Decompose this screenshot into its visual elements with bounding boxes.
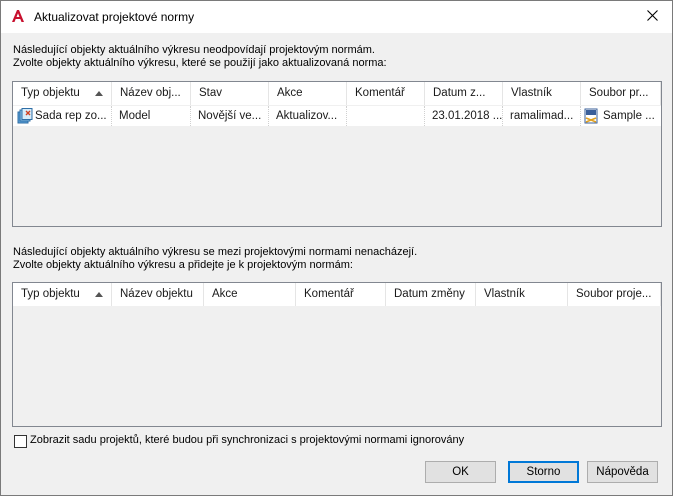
close-icon xyxy=(646,10,658,24)
cell-object-name: Model xyxy=(112,106,191,126)
column-header-object-type[interactable]: Typ objektu xyxy=(13,82,112,105)
column-header-standards-file[interactable]: Soubor proje... xyxy=(568,283,661,306)
layer-states-icon xyxy=(17,108,33,124)
missing-instructions: Následující objekty aktuálního výkresu s… xyxy=(13,246,417,272)
column-header-action[interactable]: Akce xyxy=(204,283,296,306)
autocad-logo-icon xyxy=(11,9,25,23)
column-header-object-name[interactable]: Název objektu xyxy=(112,283,204,306)
column-header-action[interactable]: Akce xyxy=(269,82,347,105)
cell-status: Novější ve... xyxy=(191,106,269,126)
cell-object-type: Sada rep zo... xyxy=(13,106,112,126)
column-header-standards-file[interactable]: Soubor pr... xyxy=(581,82,661,105)
ok-button[interactable]: OK xyxy=(425,461,496,483)
sort-ascending-icon xyxy=(95,292,103,297)
list-header: Typ objektu Název objektu Akce Komentář … xyxy=(13,283,661,306)
cell-owner: ramalimad... xyxy=(503,106,581,126)
column-header-status[interactable]: Stav xyxy=(191,82,269,105)
nonstandard-objects-list[interactable]: Typ objektu Název obj... Stav Akce Komen… xyxy=(12,81,662,227)
help-button[interactable]: Nápověda xyxy=(587,461,658,483)
table-row[interactable]: Sada rep zo... Model Novější ve... Aktua… xyxy=(13,106,661,126)
cancel-button[interactable]: Storno xyxy=(508,461,579,483)
cell-date-modified: 23.01.2018 ... xyxy=(425,106,503,126)
nonstandard-line2: Zvolte objekty aktuálního výkresu, které… xyxy=(13,57,387,69)
sort-ascending-icon xyxy=(95,91,103,96)
cell-standards-file: Sample ... xyxy=(581,106,661,126)
title-bar[interactable]: Aktualizovat projektové normy xyxy=(1,1,672,33)
missing-line2: Zvolte objekty aktuálního výkresu a přid… xyxy=(13,259,353,271)
column-header-date-modified[interactable]: Datum z... xyxy=(425,82,503,105)
column-header-owner[interactable]: Vlastník xyxy=(476,283,568,306)
ignore-checkbox[interactable] xyxy=(14,435,27,448)
column-header-object-name[interactable]: Název obj... xyxy=(112,82,191,105)
missing-objects-list[interactable]: Typ objektu Název objektu Akce Komentář … xyxy=(12,282,662,427)
ignore-checkbox-label[interactable]: Zobrazit sadu projektů, které budou při … xyxy=(30,434,464,446)
column-header-object-type[interactable]: Typ objektu xyxy=(13,283,112,306)
nonstandard-instructions: Následující objekty aktuálního výkresu n… xyxy=(13,44,387,70)
column-header-owner[interactable]: Vlastník xyxy=(503,82,581,105)
column-header-comment[interactable]: Komentář xyxy=(296,283,386,306)
column-header-comment[interactable]: Komentář xyxy=(347,82,425,105)
dst-file-icon xyxy=(584,108,600,124)
cell-comment xyxy=(347,106,425,126)
list-header: Typ objektu Název obj... Stav Akce Komen… xyxy=(13,82,661,105)
nonstandard-line1: Následující objekty aktuálního výkresu n… xyxy=(13,44,375,56)
cell-action: Aktualizov... xyxy=(269,106,347,126)
column-header-date-modified[interactable]: Datum změny xyxy=(386,283,476,306)
missing-line1: Následující objekty aktuálního výkresu s… xyxy=(13,246,418,258)
dialog-title: Aktualizovat projektové normy xyxy=(34,10,195,24)
dialog-window: Aktualizovat projektové normy Následujíc… xyxy=(0,0,673,496)
close-button[interactable] xyxy=(632,1,672,33)
